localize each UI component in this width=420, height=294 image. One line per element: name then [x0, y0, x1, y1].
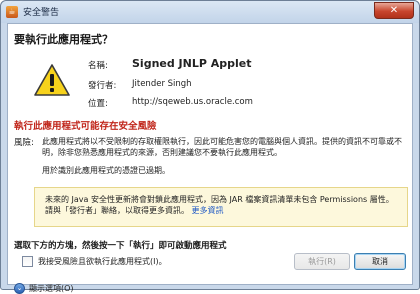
dialog-content: 要執行此應用程式？ 名稱: Signed JNLP Applet 發行者: Ji… — [7, 23, 413, 294]
location-label: 位置: — [88, 99, 108, 109]
security-warning-window: ☕ 安全警告 ✕ 要執行此應用程式？ 名稱: Signed JNLP Apple… — [0, 0, 420, 294]
name-label: 名稱: — [88, 61, 108, 71]
cancel-button[interactable]: 取消 — [354, 253, 406, 270]
more-info-link[interactable]: 更多資訊 — [192, 206, 224, 215]
close-button[interactable]: ✕ — [374, 2, 414, 19]
accept-risk-label[interactable]: 我接受風險且欲執行此應用程式(I)。 — [38, 256, 167, 267]
risk-label: 風險: — [14, 138, 34, 148]
show-options-toggle[interactable]: 顯示選項(O) — [29, 283, 74, 294]
publisher-label: 發行者: — [88, 81, 117, 91]
location-value: http://sqeweb.us.oracle.com — [132, 97, 253, 107]
risk-heading: 執行此應用程式可能存在安全風險 — [14, 121, 157, 132]
certificate-expired-text: 用於識別此應用程式的憑證已過期。 — [42, 166, 170, 175]
accept-risk-checkbox[interactable] — [22, 256, 33, 267]
run-button[interactable]: 執行(R) — [294, 253, 350, 270]
chevron-down-icon[interactable]: ⌄ — [14, 283, 25, 294]
title-bar[interactable]: ☕ 安全警告 ✕ — [1, 1, 419, 23]
dialog-heading: 要執行此應用程式？ — [14, 33, 113, 46]
publisher-value: Jitender Singh — [132, 79, 192, 89]
warning-triangle-icon — [34, 64, 70, 96]
window-title: 安全警告 — [23, 8, 60, 18]
java-icon: ☕ — [6, 6, 18, 18]
permissions-notice: 未來的 Java 安全性更新將會對鎖此應用程式，因為 JAR 檔案資訊清單未包含… — [34, 187, 408, 227]
risk-description: 此應用程式將以不受限制的存取權限執行，因此可能危害您的電腦與個人資訊。提供的資訊… — [42, 137, 402, 157]
application-name: Signed JNLP Applet — [132, 57, 252, 70]
accept-instruction: 選取下方的方塊，然後按一下「執行」即可啟動應用程式 — [14, 241, 227, 251]
